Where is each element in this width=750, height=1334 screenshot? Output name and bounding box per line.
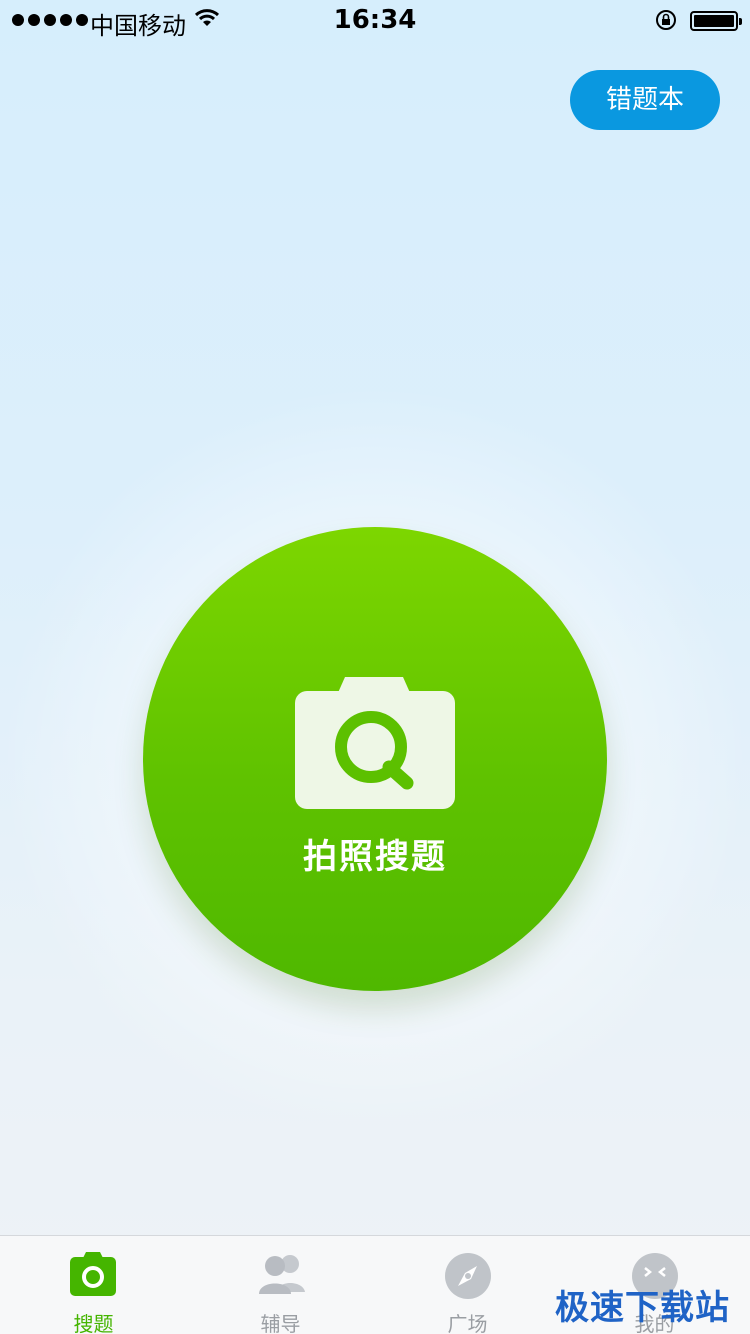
- tab-plaza-label: 广场: [447, 1312, 488, 1334]
- camera-search-icon: [295, 677, 455, 809]
- status-bar: 中国移动 16:34: [0, 0, 750, 40]
- camera-icon: [70, 1252, 116, 1296]
- tab-tutoring-label: 辅导: [260, 1312, 301, 1334]
- tab-search[interactable]: 搜题: [0, 1236, 187, 1334]
- battery-icon: [690, 11, 742, 31]
- photo-search-label: 拍照搜题: [303, 837, 447, 877]
- tab-plaza[interactable]: 广场: [374, 1236, 561, 1334]
- mistakes-notebook-button[interactable]: 错题本: [570, 70, 720, 130]
- compass-icon: [445, 1253, 491, 1299]
- tab-tutoring[interactable]: 辅导: [187, 1236, 374, 1334]
- rotation-lock-icon: [656, 10, 676, 30]
- people-icon: [259, 1255, 305, 1294]
- watermark-text: 极速下载站: [555, 1288, 730, 1328]
- photo-search-button[interactable]: 拍照搜题: [143, 527, 607, 991]
- status-time: 16:34: [333, 5, 417, 35]
- tab-search-label: 搜题: [73, 1312, 114, 1334]
